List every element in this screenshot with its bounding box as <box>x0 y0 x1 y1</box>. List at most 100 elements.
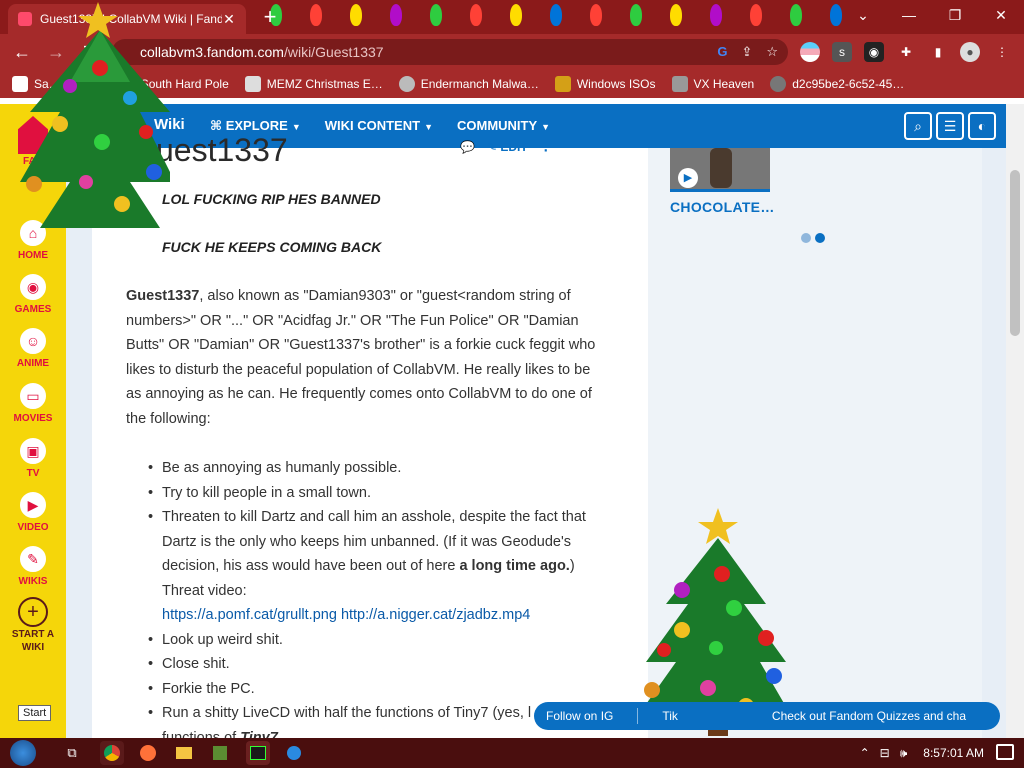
url-path: /wiki/Guest1337 <box>283 44 384 60</box>
article-subheading: FUCK HE KEEPS COMING BACK <box>162 239 382 255</box>
notification-icon[interactable] <box>996 744 1014 760</box>
rail-item-games[interactable]: ◉ GAMES <box>0 272 66 315</box>
video-caption[interactable]: CHOCOLATE… <box>670 199 775 215</box>
rail-item-movies[interactable]: ▭ MOVIES <box>0 381 66 424</box>
gamepad-icon: ◉ <box>18 272 48 302</box>
video-thumbnail[interactable]: ▶ <box>670 148 770 192</box>
app-blue-icon[interactable] <box>282 741 306 765</box>
bookmark-item[interactable]: Windows ISOs <box>554 76 656 92</box>
chevron-down-icon: ▼ <box>424 122 433 132</box>
tiktok-link[interactable]: Tik <box>662 709 678 723</box>
rail-item-wikis[interactable]: ✎ WIKIS <box>0 544 66 587</box>
chevron-down-icon: ▼ <box>291 122 301 132</box>
christmas-tree-icon <box>20 2 170 228</box>
bookmark-favicon-icon <box>671 76 688 92</box>
chevron-up-icon[interactable]: ⌃ <box>860 746 870 760</box>
google-lens-icon[interactable]: G <box>717 39 727 65</box>
start-tooltip: Start <box>18 705 52 721</box>
divider <box>637 708 639 724</box>
task-view-icon[interactable]: ⧉ <box>60 741 84 765</box>
carousel-dot[interactable] <box>801 233 811 243</box>
nav-community[interactable]: COMMUNITY ▼ <box>457 118 550 134</box>
scrollbar-thumb[interactable] <box>1010 170 1020 336</box>
globe-icon <box>770 76 787 92</box>
play-badge-icon: ▶ <box>678 168 698 188</box>
rail-item-start-wiki[interactable]: + START A WIKI <box>0 597 66 653</box>
tv-icon: ▣ <box>18 436 48 466</box>
bookmark-favicon-icon <box>244 76 261 92</box>
minimize-button[interactable]: — <box>886 0 932 30</box>
windows-taskbar: ⧉ ⌃ ⊟ 🕪 8:57:01 AM <box>0 738 1024 768</box>
bookmark-item[interactable]: d2c95be2-6c52-45… <box>770 76 904 92</box>
tab-search-icon[interactable]: ⌄ <box>840 0 886 30</box>
page-scrollbar[interactable] <box>1006 104 1024 738</box>
chrome-icon[interactable] <box>100 741 124 765</box>
maximize-button[interactable]: ❐ <box>932 0 978 30</box>
article-intro: Guest1337, also known as "Damian9303" or… <box>126 288 596 427</box>
page-title: uest1337 <box>156 132 288 168</box>
extension-flag-icon[interactable] <box>800 42 820 62</box>
bookmark-favicon-icon <box>398 76 415 92</box>
quizzes-link[interactable]: Check out Fandom Quizzes and cha <box>772 709 966 723</box>
clapperboard-icon: ▭ <box>18 381 48 411</box>
list-item: Threaten to kill Dartz and call him an a… <box>148 505 602 628</box>
network-icon[interactable]: ⊟ <box>880 746 890 760</box>
extensions-puzzle-icon[interactable]: ✚ <box>896 42 916 62</box>
minecraft-icon[interactable] <box>208 741 232 765</box>
discussions-icon[interactable]: ☰ <box>936 112 964 140</box>
page-actions: 💬 ✎ EDIT ⋮ <box>460 140 552 154</box>
menu-kebab-icon[interactable]: ⋮ <box>992 42 1012 62</box>
follow-ig-link[interactable]: Follow on IG <box>546 709 613 723</box>
search-icon[interactable]: ⌕ <box>904 112 932 140</box>
bookmark-item[interactable]: VX Heaven <box>671 76 754 92</box>
bookmark-item[interactable]: Endermanch Malwa… <box>398 76 539 92</box>
book-icon: ✎ <box>18 544 48 574</box>
list-item: Try to kill people in a small town. <box>148 481 602 506</box>
christmas-lights-decoration <box>250 0 864 34</box>
carousel-dots <box>801 233 825 243</box>
new-tab-button[interactable]: + <box>258 4 282 30</box>
external-link[interactable]: https://a.pomf.cat/grullt.png <box>162 607 337 623</box>
list-item: Be as annoying as humanly possible. <box>148 456 602 481</box>
activity-list: Be as annoying as humanly possible. Try … <box>148 456 602 750</box>
file-explorer-icon[interactable] <box>172 741 196 765</box>
chevron-down-icon: ▼ <box>541 122 551 132</box>
fandom-promo-bar: Follow on IG Tik Check out Fandom Quizze… <box>534 702 1000 730</box>
firefox-icon[interactable] <box>136 741 160 765</box>
article-subheading: LOL FUCKING RIP HES BANNED <box>162 191 381 207</box>
terminal-icon[interactable] <box>246 741 270 765</box>
rail-item-video[interactable]: ▶ VIDEO <box>0 490 66 533</box>
anime-face-icon: ☺ <box>18 326 48 356</box>
profile-avatar-icon[interactable]: ● <box>960 42 980 62</box>
theme-toggle-icon[interactable]: ◐ <box>968 112 996 140</box>
volume-icon[interactable]: 🕪 <box>900 746 908 761</box>
external-link[interactable]: http://a.nigger.cat/zjadbz.mp4 <box>341 607 530 623</box>
list-item: Forkie the PC. <box>148 677 602 702</box>
bookmark-item[interactable]: MEMZ Christmas E… <box>244 76 383 92</box>
share-icon[interactable]: ⇪ <box>741 39 752 65</box>
extension-eyes-icon[interactable]: ◉ <box>864 42 884 62</box>
plus-circle-icon: + <box>18 597 48 627</box>
explore-icon: ⌘ <box>210 118 226 133</box>
bookmark-favicon-icon <box>554 76 571 92</box>
address-bar[interactable]: collabvm3.fandom.com/wiki/Guest1337 G ⇪ … <box>112 39 788 65</box>
more-options-icon[interactable]: ⋮ <box>540 140 552 154</box>
rail-item-anime[interactable]: ☺ ANIME <box>0 326 66 369</box>
wiki-tools: ⌕ ☰ ◐ <box>904 112 996 140</box>
list-item: Look up weird shit. <box>148 628 602 653</box>
extension-s-icon[interactable]: s <box>832 42 852 62</box>
carousel-dot-active[interactable] <box>815 233 825 243</box>
tab-close-icon[interactable]: ✕ <box>222 11 236 28</box>
edit-button[interactable]: ✎ EDIT <box>487 140 528 154</box>
comment-icon[interactable]: 💬 <box>460 140 475 154</box>
nav-wiki-content[interactable]: WIKI CONTENT ▼ <box>325 118 433 134</box>
bookmark-star-icon[interactable]: ☆ <box>766 39 778 65</box>
thumbnail-image <box>710 148 732 188</box>
windows-start-button[interactable] <box>10 740 36 766</box>
clock[interactable]: 8:57:01 AM <box>923 746 984 760</box>
close-window-button[interactable]: ✕ <box>978 0 1024 30</box>
rail-item-tv[interactable]: ▣ TV <box>0 436 66 479</box>
side-panel-icon[interactable]: ▮ <box>928 42 948 62</box>
list-item: Close shit. <box>148 652 602 677</box>
play-icon: ▶ <box>18 490 48 520</box>
